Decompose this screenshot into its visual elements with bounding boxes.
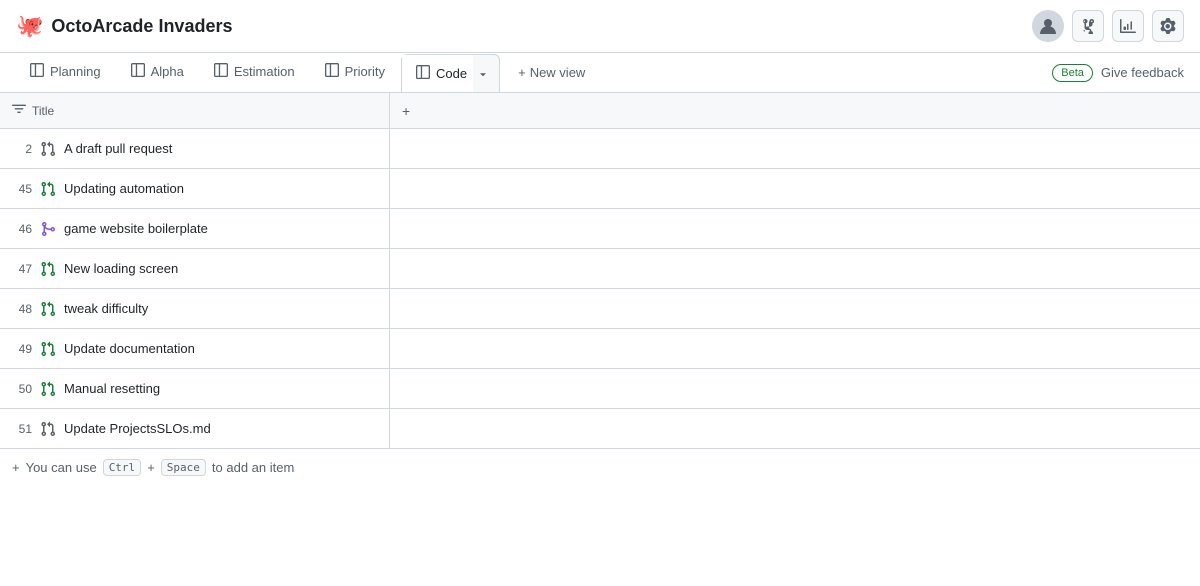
branch-button[interactable]: [1072, 10, 1104, 42]
active-tab-code-wrap: Code: [401, 54, 500, 92]
row-extra-cell: [390, 369, 1200, 408]
row-title-text[interactable]: Update ProjectsSLOs.md: [64, 421, 211, 436]
table-icon-priority: [325, 63, 339, 80]
table-row[interactable]: 46 game website boilerplate: [0, 209, 1200, 249]
add-item-suffix: to add an item: [212, 460, 294, 475]
row-number: 50: [12, 382, 32, 396]
tab-alpha-label: Alpha: [151, 64, 184, 79]
row-title-text[interactable]: A draft pull request: [64, 141, 172, 156]
add-item-prefix: You can use: [26, 460, 97, 475]
tab-estimation-label: Estimation: [234, 64, 295, 79]
app-title: 🐙 OctoArcade Invaders: [16, 13, 232, 39]
give-feedback-link[interactable]: Give feedback: [1101, 65, 1184, 80]
row-title-text[interactable]: Update documentation: [64, 341, 195, 356]
app-header: 🐙 OctoArcade Invaders: [0, 0, 1200, 53]
row-title-cell: 51 Update ProjectsSLOs.md: [0, 409, 390, 448]
tabs-bar: Planning Alpha Estimation Priority Code …: [0, 53, 1200, 93]
table-header: Title +: [0, 93, 1200, 129]
row-extra-cell: [390, 209, 1200, 248]
row-number: 45: [12, 182, 32, 196]
chart-button[interactable]: [1112, 10, 1144, 42]
row-title-cell: 48 tweak difficulty: [0, 289, 390, 328]
pr-status-icon: [40, 140, 56, 157]
pr-status-icon: [40, 220, 56, 237]
row-extra-cell: [390, 289, 1200, 328]
row-title-cell: 46 game website boilerplate: [0, 209, 390, 248]
tab-code[interactable]: Code: [402, 55, 473, 92]
new-view-label: New view: [530, 65, 586, 80]
app-icon: 🐙: [16, 13, 43, 39]
tab-code-label: Code: [436, 66, 467, 81]
row-extra-cell: [390, 409, 1200, 448]
add-item-plus-sign: +: [147, 460, 155, 475]
row-title-cell: 2 A draft pull request: [0, 129, 390, 168]
row-number: 51: [12, 422, 32, 436]
add-item-plus: +: [12, 460, 20, 475]
title-column-label: Title: [32, 104, 54, 118]
row-number: 48: [12, 302, 32, 316]
row-title-cell: 47 New loading screen: [0, 249, 390, 288]
table-row[interactable]: 51 Update ProjectsSLOs.md: [0, 409, 1200, 449]
table-body: 2 A draft pull request 45 Updating autom…: [0, 129, 1200, 449]
table-row[interactable]: 45 Updating automation: [0, 169, 1200, 209]
add-item-row[interactable]: + You can use Ctrl + Space to add an ite…: [0, 449, 1200, 486]
row-title-text[interactable]: Updating automation: [64, 181, 184, 196]
row-extra-cell: [390, 249, 1200, 288]
table-row[interactable]: 50 Manual resetting: [0, 369, 1200, 409]
row-title-text[interactable]: tweak difficulty: [64, 301, 148, 316]
row-number: 46: [12, 222, 32, 236]
settings-button[interactable]: [1152, 10, 1184, 42]
row-title-text[interactable]: New loading screen: [64, 261, 178, 276]
tab-code-dropdown[interactable]: [473, 64, 493, 84]
pr-status-icon: [40, 420, 56, 437]
row-number: 49: [12, 342, 32, 356]
row-title-cell: 45 Updating automation: [0, 169, 390, 208]
table-row[interactable]: 49 Update documentation: [0, 329, 1200, 369]
tab-priority-label: Priority: [345, 64, 385, 79]
title-column-header: Title: [0, 93, 390, 128]
new-view-button[interactable]: + New view: [506, 57, 597, 88]
new-view-plus-icon: +: [518, 65, 526, 80]
row-title-text[interactable]: Manual resetting: [64, 381, 160, 396]
filter-icon: [12, 102, 26, 119]
pr-status-icon: [40, 180, 56, 197]
pr-status-icon: [40, 340, 56, 357]
row-title-cell: 49 Update documentation: [0, 329, 390, 368]
kbd-ctrl: Ctrl: [103, 459, 142, 476]
beta-badge: Beta: [1052, 64, 1093, 82]
app-title-text: OctoArcade Invaders: [51, 16, 232, 37]
kbd-space: Space: [161, 459, 206, 476]
pr-status-icon: [40, 380, 56, 397]
row-number: 2: [12, 142, 32, 156]
row-extra-cell: [390, 329, 1200, 368]
table-row[interactable]: 48 tweak difficulty: [0, 289, 1200, 329]
beta-area: Beta Give feedback: [1052, 64, 1184, 82]
tab-alpha[interactable]: Alpha: [117, 53, 198, 92]
table-icon-alpha: [131, 63, 145, 80]
row-extra-cell: [390, 169, 1200, 208]
header-actions: [1032, 10, 1184, 42]
table-icon-planning: [30, 63, 44, 80]
tab-planning[interactable]: Planning: [16, 53, 115, 92]
add-column-button[interactable]: +: [390, 93, 422, 128]
tab-planning-label: Planning: [50, 64, 101, 79]
table-row[interactable]: 2 A draft pull request: [0, 129, 1200, 169]
table-icon-estimation: [214, 63, 228, 80]
table-icon-code: [416, 65, 430, 82]
row-title-text[interactable]: game website boilerplate: [64, 221, 208, 236]
tab-priority[interactable]: Priority: [311, 53, 399, 92]
tab-estimation[interactable]: Estimation: [200, 53, 309, 92]
row-title-cell: 50 Manual resetting: [0, 369, 390, 408]
row-number: 47: [12, 262, 32, 276]
user-avatar[interactable]: [1032, 10, 1064, 42]
pr-status-icon: [40, 260, 56, 277]
pr-status-icon: [40, 300, 56, 317]
row-extra-cell: [390, 129, 1200, 168]
project-table: Title + 2 A draft pull request 45 Updati…: [0, 93, 1200, 486]
table-row[interactable]: 47 New loading screen: [0, 249, 1200, 289]
